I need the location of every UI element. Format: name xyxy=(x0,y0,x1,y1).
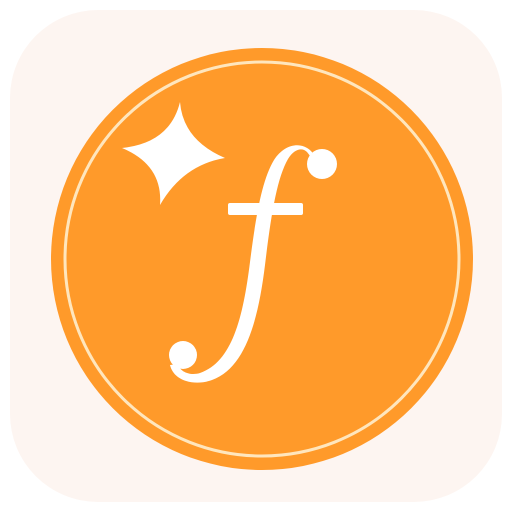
app-icon xyxy=(0,0,512,512)
coin-emblem xyxy=(51,48,473,470)
